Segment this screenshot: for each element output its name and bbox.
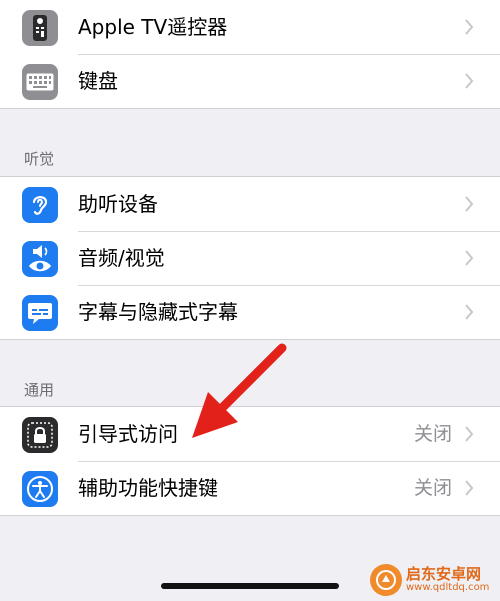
section-title-hearing: 听觉 (24, 150, 55, 168)
remote-control-icon (22, 10, 58, 46)
section-title-general: 通用 (24, 381, 55, 399)
row-label: 键盘 (78, 69, 118, 93)
row-value: 关闭 (413, 477, 452, 499)
group-border (0, 515, 500, 516)
accessibility-icon (22, 471, 58, 507)
row-label: 引导式访问 (78, 422, 178, 446)
row-apple-tv-remote[interactable]: Apple TV遥控器 (0, 0, 500, 54)
row-label: Apple TV遥控器 (78, 15, 228, 39)
row-label: 音频/视觉 (78, 246, 165, 270)
row-hearing-devices[interactable]: 助听设备 (0, 177, 500, 231)
row-accessibility-shortcut[interactable]: 辅助功能快捷键 关闭 (0, 461, 500, 515)
settings-group-interaction: Apple TV遥控器 键盘 (0, 0, 500, 108)
settings-group-hearing: 助听设备 音频/视觉 字幕与隐藏式字幕 (0, 177, 500, 339)
watermark-url: www.qdltdq.com (406, 581, 490, 593)
keyboard-icon (22, 64, 58, 100)
chevron-right-icon (465, 426, 474, 442)
row-audio-visual[interactable]: 音频/视觉 (0, 231, 500, 285)
chevron-right-icon (465, 19, 474, 35)
speaker-eye-icon (22, 241, 58, 277)
group-border (0, 108, 500, 109)
chevron-right-icon (465, 480, 474, 496)
watermark: 启东安卓网 www.qdltdq.com (370, 560, 500, 600)
row-keyboard[interactable]: 键盘 (0, 54, 500, 108)
row-label: 辅助功能快捷键 (78, 476, 218, 500)
chevron-right-icon (465, 250, 474, 266)
row-value: 关闭 (413, 423, 452, 445)
row-subtitles[interactable]: 字幕与隐藏式字幕 (0, 285, 500, 339)
subtitles-icon (22, 295, 58, 331)
chevron-right-icon (465, 304, 474, 320)
watermark-title: 启东安卓网 (406, 564, 482, 583)
row-label: 助听设备 (78, 192, 158, 216)
home-indicator[interactable] (161, 583, 339, 589)
row-label: 字幕与隐藏式字幕 (78, 300, 238, 324)
chevron-right-icon (465, 73, 474, 89)
chevron-right-icon (465, 196, 474, 212)
ear-icon (22, 187, 58, 223)
watermark-logo-icon (370, 564, 402, 596)
lock-icon (22, 417, 58, 453)
annotation-arrow-icon (192, 343, 287, 438)
